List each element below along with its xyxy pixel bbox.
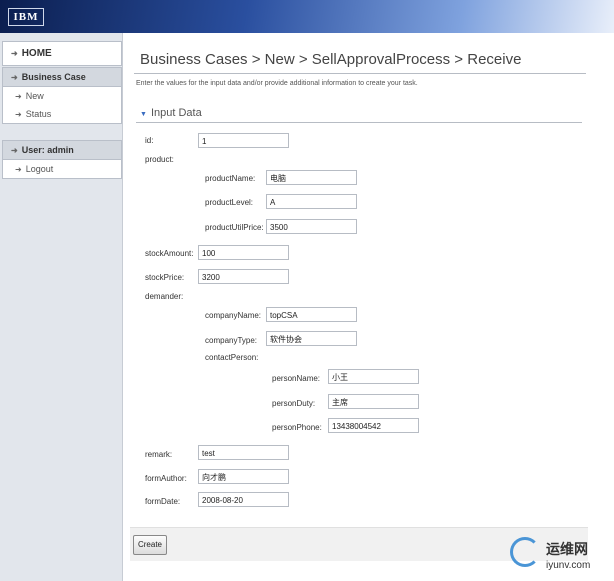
- nav-box-main: ➜ HOME: [2, 41, 122, 66]
- productlevel-field[interactable]: A: [266, 194, 357, 209]
- nav-section-business-case[interactable]: ➜ Business Case: [3, 68, 121, 87]
- section-title: Input Data: [150, 107, 202, 119]
- nav-section-user[interactable]: ➜ User: admin: [3, 141, 121, 160]
- stockprice-label: stockPrice:: [145, 273, 185, 282]
- nav-section-label: Business Case: [21, 72, 86, 82]
- nav-item-logout[interactable]: ➜ Logout: [3, 160, 121, 178]
- companytype-field[interactable]: 软件协会: [266, 331, 357, 346]
- arrow-icon: ➜: [15, 165, 22, 174]
- nav-home-label: HOME: [21, 48, 52, 59]
- create-button[interactable]: Create: [133, 535, 167, 555]
- divider: [136, 122, 582, 123]
- sidebar: ➜ HOME ➜ Business Case ➜ New ➜ Status ➜ User:…: [0, 33, 123, 581]
- personname-label: personName:: [272, 374, 321, 383]
- stockprice-field[interactable]: 3200: [198, 269, 289, 284]
- formdate-field[interactable]: 2008-08-20: [198, 492, 289, 507]
- personduty-field[interactable]: 主席: [328, 394, 419, 409]
- arrow-icon: ➜: [11, 146, 18, 155]
- personname-field[interactable]: 小王: [328, 369, 419, 384]
- watermark-name: 运维网: [546, 541, 588, 557]
- personduty-label: personDuty:: [272, 399, 316, 408]
- contactperson-label: contactPerson:: [205, 353, 259, 362]
- app-header: IBM: [0, 0, 614, 33]
- arrow-icon: ➜: [15, 110, 22, 119]
- nav-box-business: ➜ Business Case ➜ New ➜ Status: [2, 67, 122, 124]
- formauthor-label: formAuthor:: [145, 474, 187, 483]
- breadcrumb: Business Cases > New > SellApprovalProce…: [140, 51, 522, 68]
- productutilprice-field[interactable]: 3500: [266, 219, 357, 234]
- watermark-logo-icon: [510, 537, 540, 567]
- divider: [134, 73, 586, 74]
- remark-label: remark:: [145, 450, 173, 459]
- stockamount-label: stockAmount:: [145, 249, 194, 258]
- formdate-label: formDate:: [145, 497, 181, 506]
- nav-item-label: Status: [25, 109, 52, 119]
- formauthor-field[interactable]: 向才鹏: [198, 469, 289, 484]
- nav-home[interactable]: ➜ HOME: [3, 42, 121, 65]
- arrow-icon: ➜: [11, 49, 18, 58]
- productutilprice-label: productUtilPrice:: [205, 223, 264, 232]
- productname-label: productName:: [205, 174, 256, 183]
- remark-field[interactable]: test: [198, 445, 289, 460]
- productname-field[interactable]: 电脑: [266, 170, 357, 185]
- product-label: product:: [145, 155, 174, 164]
- demander-label: demander:: [145, 292, 184, 301]
- arrow-icon: ➜: [15, 92, 22, 101]
- nav-item-label: New: [25, 91, 44, 101]
- productlevel-label: productLevel:: [205, 198, 254, 207]
- personphone-label: personPhone:: [272, 423, 322, 432]
- nav-item-label: Logout: [25, 164, 54, 174]
- watermark-url: iyunv.com: [546, 560, 591, 571]
- companytype-label: companyType:: [205, 336, 258, 345]
- ibm-logo: IBM: [8, 8, 44, 26]
- nav-item-status[interactable]: ➜ Status: [3, 105, 121, 123]
- id-label: id:: [145, 136, 154, 145]
- id-field[interactable]: 1: [198, 133, 289, 148]
- nav-box-user: ➜ User: admin ➜ Logout: [2, 140, 122, 179]
- arrow-icon: ➜: [11, 73, 18, 82]
- companyname-label: companyName:: [205, 311, 262, 320]
- stockamount-field[interactable]: 100: [198, 245, 289, 260]
- companyname-field[interactable]: topCSA: [266, 307, 357, 322]
- triangle-down-icon: ▼: [140, 111, 147, 118]
- instructions-text: Enter the values for the input data and/…: [136, 80, 418, 87]
- input-data-section-toggle[interactable]: ▼ Input Data: [140, 107, 202, 119]
- personphone-field[interactable]: 13438004542: [328, 418, 419, 433]
- nav-section-label: User: admin: [21, 145, 74, 155]
- nav-item-new[interactable]: ➜ New: [3, 87, 121, 105]
